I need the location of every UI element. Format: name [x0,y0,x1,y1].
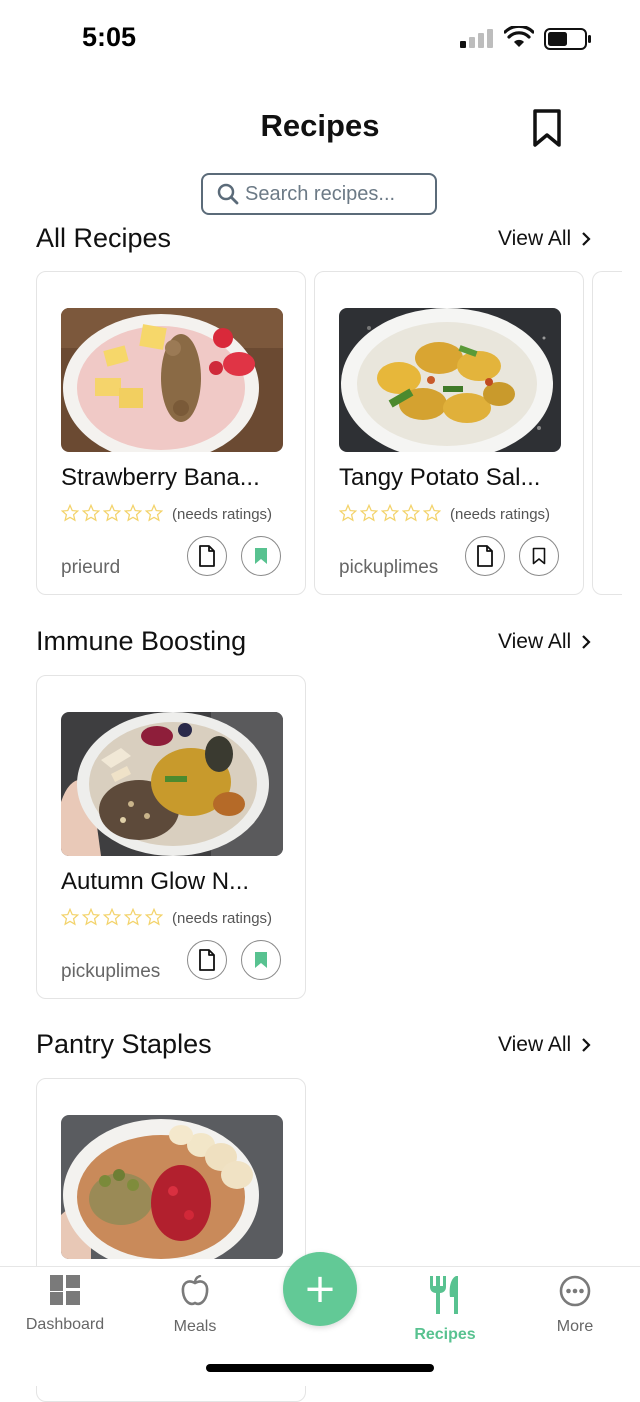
star-icon [360,504,378,522]
view-recipe-button[interactable] [187,940,227,980]
tab-label: Meals [173,1318,217,1335]
dashboard-icon [50,1275,80,1305]
recipe-name: Tangy Potato Sal... [339,464,541,491]
document-icon [477,545,493,567]
tab-more[interactable]: More [515,1275,635,1336]
apple-icon [181,1274,209,1306]
star-icon [103,908,121,926]
status-bar: 5:05 [0,0,640,80]
more-icon [559,1275,591,1307]
document-icon [199,545,215,567]
section-title-immune-boosting: Immune Boosting [36,626,247,656]
bookmark-icon[interactable] [530,108,564,148]
tab-dashboard[interactable]: Dashboard [5,1275,125,1334]
home-indicator [206,1364,434,1372]
star-icon [82,504,100,522]
recipe-author: prieurd [61,557,121,578]
bookmark-outline-icon [532,547,546,565]
recipe-author: pickuplimes [339,557,439,578]
fork-knife-icon [430,1276,458,1314]
tab-label: Recipes [414,1326,476,1343]
rating-stars [61,908,163,926]
save-recipe-button[interactable] [519,536,559,576]
ratings-text: (needs ratings) [172,506,273,523]
recipe-card[interactable]: Strawberry Bana... (needs ratings) prieu… [36,271,306,595]
chevron-right-icon [582,1038,591,1052]
recipe-photo [61,712,283,856]
recipe-name: Autumn Glow N... [61,868,250,895]
star-icon [124,908,142,926]
tab-label: Dashboard [25,1316,105,1333]
view-all-immune-boosting[interactable]: View All [498,630,591,654]
star-icon [61,908,79,926]
view-recipe-button[interactable] [187,536,227,576]
chevron-right-icon [582,635,591,649]
signal-icon [460,29,493,48]
view-all-label: View All [498,630,572,653]
view-recipe-button[interactable] [465,536,505,576]
document-icon [199,949,215,971]
star-icon [423,504,441,522]
search-bar[interactable] [201,173,437,215]
ratings-text: (needs ratings) [172,910,273,927]
save-recipe-button[interactable] [241,536,281,576]
bookmark-filled-icon [255,952,267,968]
search-input[interactable] [239,182,425,206]
rating-stars [61,504,163,522]
view-all-all-recipes[interactable]: View All [498,227,591,251]
status-time: 5:05 [82,22,137,52]
star-icon [103,504,121,522]
recipe-name: Strawberry Bana... [61,464,260,491]
wifi-icon [504,26,534,47]
recipe-card[interactable]: Tangy Potato Sal... (needs ratings) pick… [314,271,584,595]
recipe-card[interactable]: Autumn Glow N... (needs ratings) pickupl… [36,675,306,999]
battery-icon [544,28,591,50]
star-icon [381,504,399,522]
view-all-pantry-staples[interactable]: View All [498,1033,591,1057]
view-all-label: View All [498,1033,572,1056]
star-icon [402,504,420,522]
search-icon [217,183,239,205]
star-icon [124,504,142,522]
section-title-pantry-staples: Pantry Staples [36,1029,212,1059]
bookmark-filled-icon [255,548,267,564]
star-icon [145,504,163,522]
star-icon [82,908,100,926]
tab-label: More [556,1318,594,1335]
recipe-card-peek[interactable] [592,271,622,595]
tab-recipes[interactable]: Recipes [385,1275,505,1344]
add-recipe-button[interactable]: + [283,1252,357,1326]
save-recipe-button[interactable] [241,940,281,980]
recipe-photo [61,1115,283,1259]
recipe-author: pickuplimes [61,961,161,982]
plus-icon: + [303,1266,337,1312]
recipe-photo [61,308,283,452]
recipe-photo [339,308,561,452]
chevron-right-icon [582,232,591,246]
tab-meals[interactable]: Meals [135,1274,255,1336]
star-icon [339,504,357,522]
star-icon [61,504,79,522]
ratings-text: (needs ratings) [450,506,551,523]
section-title-all-recipes: All Recipes [36,223,172,253]
star-icon [145,908,163,926]
view-all-label: View All [498,227,572,250]
rating-stars [339,504,441,522]
